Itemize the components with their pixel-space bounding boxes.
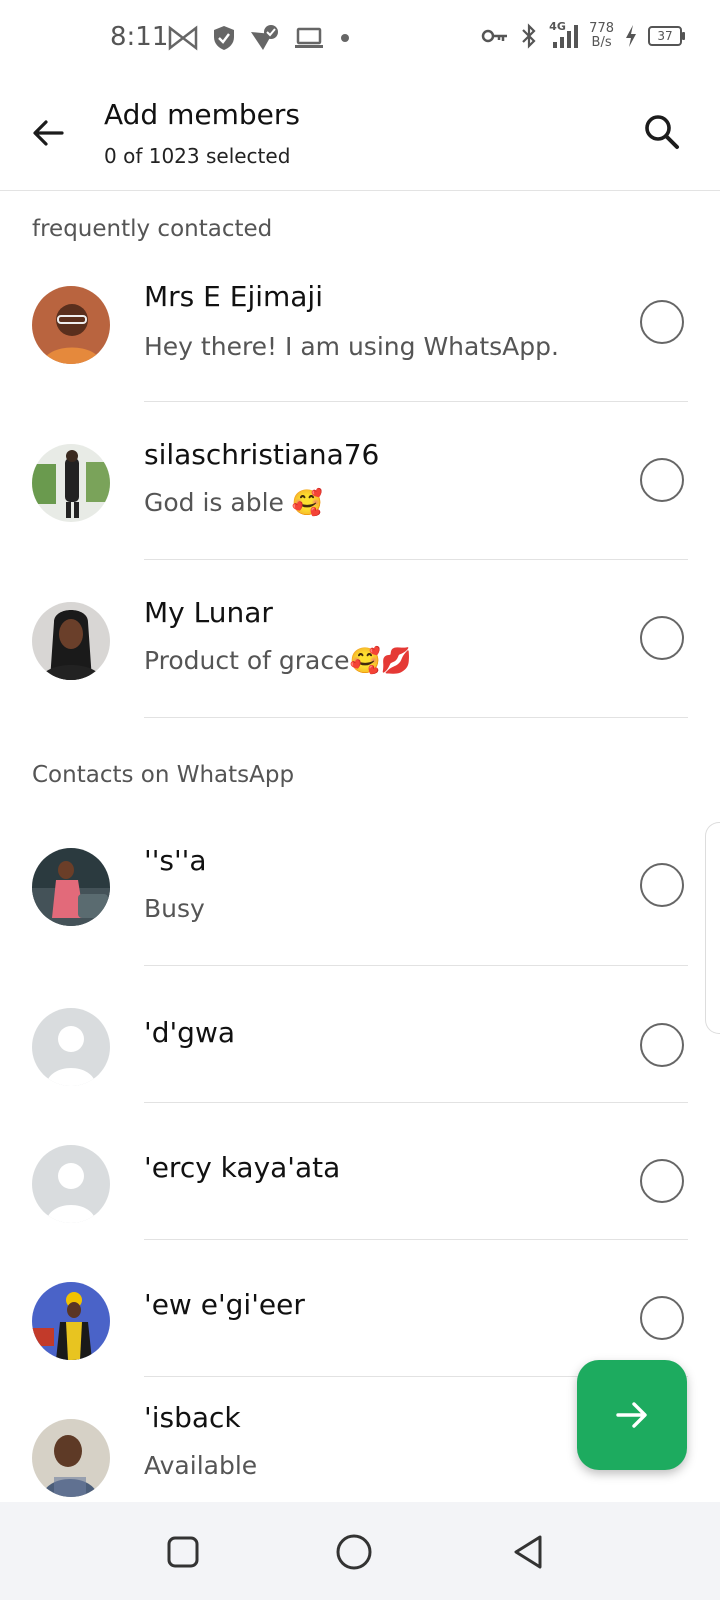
status-bar: 8:11 4G 778 B/s 37 [0, 0, 720, 80]
contact-row[interactable]: silaschristiana76 God is able 🥰 [0, 402, 720, 560]
contact-status: Hey there! I am using WhatsApp. [144, 332, 559, 361]
avatar [32, 1282, 110, 1360]
charging-icon [626, 25, 636, 47]
page-title: Add members [104, 98, 300, 131]
divider [144, 717, 688, 718]
network-speed-unit: B/s [591, 35, 612, 50]
avatar [32, 602, 110, 680]
search-icon[interactable] [642, 112, 682, 152]
dot-icon [341, 34, 349, 42]
laptop-icon [295, 27, 323, 48]
default-avatar-icon [32, 1145, 110, 1223]
status-time: 8:11 [110, 22, 169, 52]
default-avatar-icon [32, 1008, 110, 1086]
arrow-right-icon [616, 1402, 647, 1428]
app-header: Add members 0 of 1023 selected [0, 80, 720, 191]
vpn-check-icon [251, 25, 278, 50]
contact-name: Mrs E Ejimaji [144, 280, 323, 313]
contact-row[interactable]: 'd'gwa [0, 966, 720, 1103]
back-triangle-icon[interactable] [508, 1532, 548, 1572]
contact-name: 'isback [144, 1401, 241, 1434]
recents-square-icon[interactable] [163, 1532, 203, 1572]
signal-indicator: 4G [549, 20, 579, 50]
contact-row[interactable]: My Lunar Product of grace🥰💋 [0, 560, 720, 718]
edge-panel-handle[interactable] [705, 822, 720, 1034]
contact-name: silaschristiana76 [144, 438, 380, 471]
select-radio[interactable] [640, 1296, 684, 1340]
avatar [32, 1419, 110, 1497]
back-arrow-icon[interactable] [28, 113, 68, 153]
contact-name: 'ercy kaya'ata [144, 1151, 341, 1184]
contact-status: Available [144, 1451, 258, 1480]
contact-row[interactable]: 'ercy kaya'ata [0, 1103, 720, 1240]
select-radio[interactable] [640, 1023, 684, 1067]
select-radio[interactable] [640, 1159, 684, 1203]
section-header-contacts-on-whatsapp: Contacts on WhatsApp [32, 762, 295, 788]
bowtie-app-icon [168, 25, 198, 51]
avatar [32, 444, 110, 522]
key-icon [481, 29, 508, 43]
battery-icon: 37 [648, 26, 685, 46]
home-circle-icon[interactable] [334, 1532, 374, 1572]
next-button[interactable] [577, 1360, 687, 1470]
shield-icon [214, 26, 234, 50]
selection-count: 0 of 1023 selected [104, 144, 291, 168]
select-radio[interactable] [640, 458, 684, 502]
status-notification-icons [168, 24, 352, 52]
select-radio[interactable] [640, 616, 684, 660]
network-speed: 778 B/s [589, 22, 614, 50]
network-speed-value: 778 [589, 21, 614, 36]
contact-row[interactable]: Mrs E Ejimaji Hey there! I am using What… [0, 260, 720, 402]
section-header-frequently-contacted: frequently contacted [32, 216, 273, 242]
contact-name: ''s''a [144, 844, 207, 877]
signal-icon [553, 25, 579, 48]
avatar [32, 848, 110, 926]
system-nav-bar [0, 1502, 720, 1600]
avatar [32, 286, 110, 364]
contact-status: Busy [144, 894, 205, 923]
contact-name: My Lunar [144, 596, 273, 629]
status-right-icons: 4G 778 B/s 37 [481, 20, 685, 50]
select-radio[interactable] [640, 863, 684, 907]
bluetooth-icon [522, 23, 536, 49]
select-radio[interactable] [640, 300, 684, 344]
battery-level: 37 [657, 29, 673, 43]
contact-status: God is able 🥰 [144, 488, 323, 517]
contact-status: Product of grace🥰💋 [144, 646, 412, 675]
contact-row[interactable]: ''s''a Busy [0, 806, 720, 966]
contact-row[interactable]: 'ew e'gi'eer [0, 1240, 720, 1377]
contact-name: 'ew e'gi'eer [144, 1288, 305, 1321]
contact-name: 'd'gwa [144, 1016, 235, 1049]
